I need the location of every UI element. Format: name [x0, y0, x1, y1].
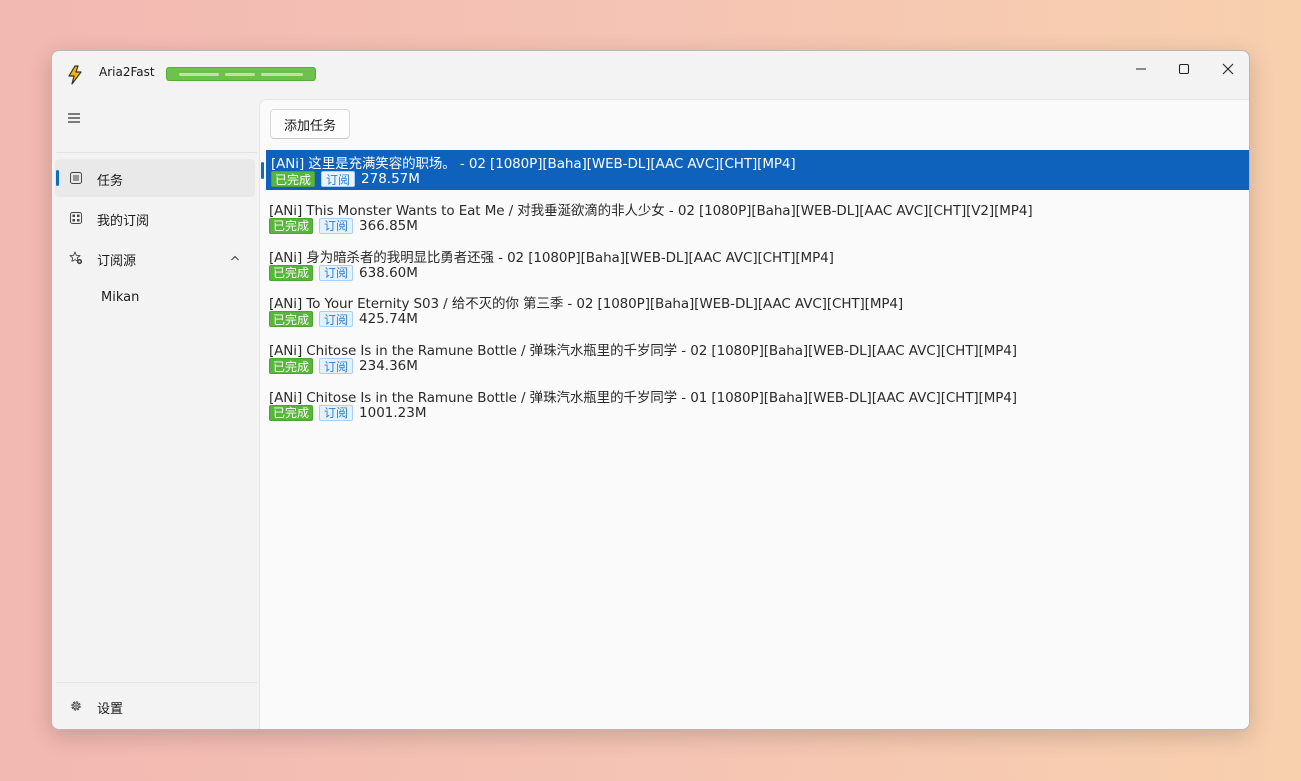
- nav-subitem-mikan[interactable]: Mikan: [55, 279, 255, 317]
- minimize-icon: [1136, 68, 1146, 70]
- menu-toggle-button[interactable]: [62, 107, 86, 129]
- task-row[interactable]: [ANi] 身为暗杀者的我明显比勇者还强 - 02 [1080P][Baha][…: [266, 244, 1249, 284]
- task-meta: 已完成 订阅 234.36M: [269, 357, 418, 375]
- task-list: [ANi] 这里是充满笑容的职场。 - 02 [1080P][Baha][WEB…: [260, 150, 1249, 431]
- hamburger-menu-icon: [68, 113, 80, 123]
- task-meta: 已完成 订阅 366.85M: [269, 217, 418, 235]
- nav-label-mikan: Mikan: [101, 290, 140, 305]
- blurred-status-badge: [166, 67, 316, 81]
- subscription-badge: 订阅: [319, 264, 354, 281]
- task-meta: 已完成 订阅 638.60M: [269, 264, 418, 282]
- close-button[interactable]: [1213, 58, 1243, 80]
- gear-icon: [71, 701, 81, 711]
- task-title: [ANi] Chitose Is in the Ramune Bottle / …: [269, 389, 1017, 406]
- subscription-badge: 订阅: [319, 358, 354, 375]
- task-size: 366.85M: [359, 217, 418, 234]
- task-meta: 已完成 订阅 425.74M: [269, 310, 418, 328]
- nav-label-settings: 设置: [97, 702, 124, 717]
- subscription-badge: 订阅: [319, 311, 354, 328]
- nav-label-my-subscriptions: 我的订阅: [97, 214, 150, 229]
- task-title: [ANi] This Monster Wants to Eat Me / 对我垂…: [269, 202, 1033, 219]
- task-list-icon: [70, 172, 82, 184]
- task-title: [ANi] 这里是充满笑容的职场。 - 02 [1080P][Baha][WEB…: [271, 156, 796, 172]
- task-title: [ANi] 身为暗杀者的我明显比勇者还强 - 02 [1080P][Baha][…: [269, 249, 834, 266]
- status-badge: 已完成: [269, 404, 314, 421]
- maximize-icon: [1178, 63, 1190, 75]
- lightning-bolt-icon: [68, 65, 82, 85]
- nav-footer-divider: [56, 682, 257, 683]
- chevron-up-icon[interactable]: [229, 252, 241, 264]
- task-size: 638.60M: [359, 264, 418, 281]
- app-window: Aria2Fast 任务 我的订阅 订阅源 Mikan 设置 添加任务 [ANi…: [51, 50, 1250, 730]
- navigation-pane: 任务 我的订阅 订阅源 Mikan 设置: [52, 97, 259, 729]
- close-icon: [1222, 63, 1234, 75]
- subscription-badge: 订阅: [321, 171, 356, 187]
- status-badge: 已完成: [269, 217, 314, 234]
- nav-item-subscription-sources[interactable]: 订阅源: [55, 239, 255, 277]
- task-row[interactable]: [ANi] Chitose Is in the Ramune Bottle / …: [266, 384, 1249, 424]
- star-gear-icon: [69, 251, 83, 265]
- task-size: 278.57M: [361, 171, 420, 187]
- task-size: 425.74M: [359, 311, 418, 328]
- subscription-badge: 订阅: [319, 217, 354, 234]
- selection-indicator: [56, 170, 59, 186]
- subscription-grid-icon: [70, 212, 82, 224]
- add-task-button[interactable]: 添加任务: [270, 109, 350, 139]
- title-bar[interactable]: Aria2Fast: [52, 51, 1249, 97]
- task-meta: 已完成 订阅 1001.23M: [269, 404, 427, 422]
- main-content: 添加任务 [ANi] 这里是充满笑容的职场。 - 02 [1080P][Baha…: [259, 99, 1249, 729]
- status-badge: 已完成: [271, 171, 316, 187]
- status-badge: 已完成: [269, 264, 314, 281]
- task-meta: 已完成 订阅 278.57M: [271, 170, 420, 188]
- maximize-button[interactable]: [1169, 58, 1199, 80]
- status-badge: 已完成: [269, 358, 314, 375]
- nav-item-tasks[interactable]: 任务: [55, 159, 255, 197]
- task-row[interactable]: [ANi] To Your Eternity S03 / 给不灭的你 第三季 -…: [266, 290, 1249, 330]
- subscription-badge: 订阅: [319, 404, 354, 421]
- nav-label-subscription-sources: 订阅源: [97, 254, 137, 269]
- status-badge: 已完成: [269, 311, 314, 328]
- nav-item-my-subscriptions[interactable]: 我的订阅: [55, 199, 255, 237]
- nav-divider: [56, 152, 257, 153]
- nav-item-settings[interactable]: 设置: [55, 687, 255, 725]
- task-row[interactable]: [ANi] 这里是充满笑容的职场。 - 02 [1080P][Baha][WEB…: [261, 150, 1249, 190]
- task-title: [ANi] Chitose Is in the Ramune Bottle / …: [269, 343, 1017, 360]
- task-size: 1001.23M: [359, 404, 427, 421]
- minimize-button[interactable]: [1126, 58, 1156, 80]
- nav-label-tasks: 任务: [97, 174, 124, 189]
- task-row[interactable]: [ANi] This Monster Wants to Eat Me / 对我垂…: [266, 197, 1249, 237]
- task-row[interactable]: [ANi] Chitose Is in the Ramune Bottle / …: [266, 337, 1249, 377]
- task-size: 234.36M: [359, 358, 418, 375]
- task-title: [ANi] To Your Eternity S03 / 给不灭的你 第三季 -…: [269, 296, 904, 313]
- app-title: Aria2Fast: [99, 65, 155, 79]
